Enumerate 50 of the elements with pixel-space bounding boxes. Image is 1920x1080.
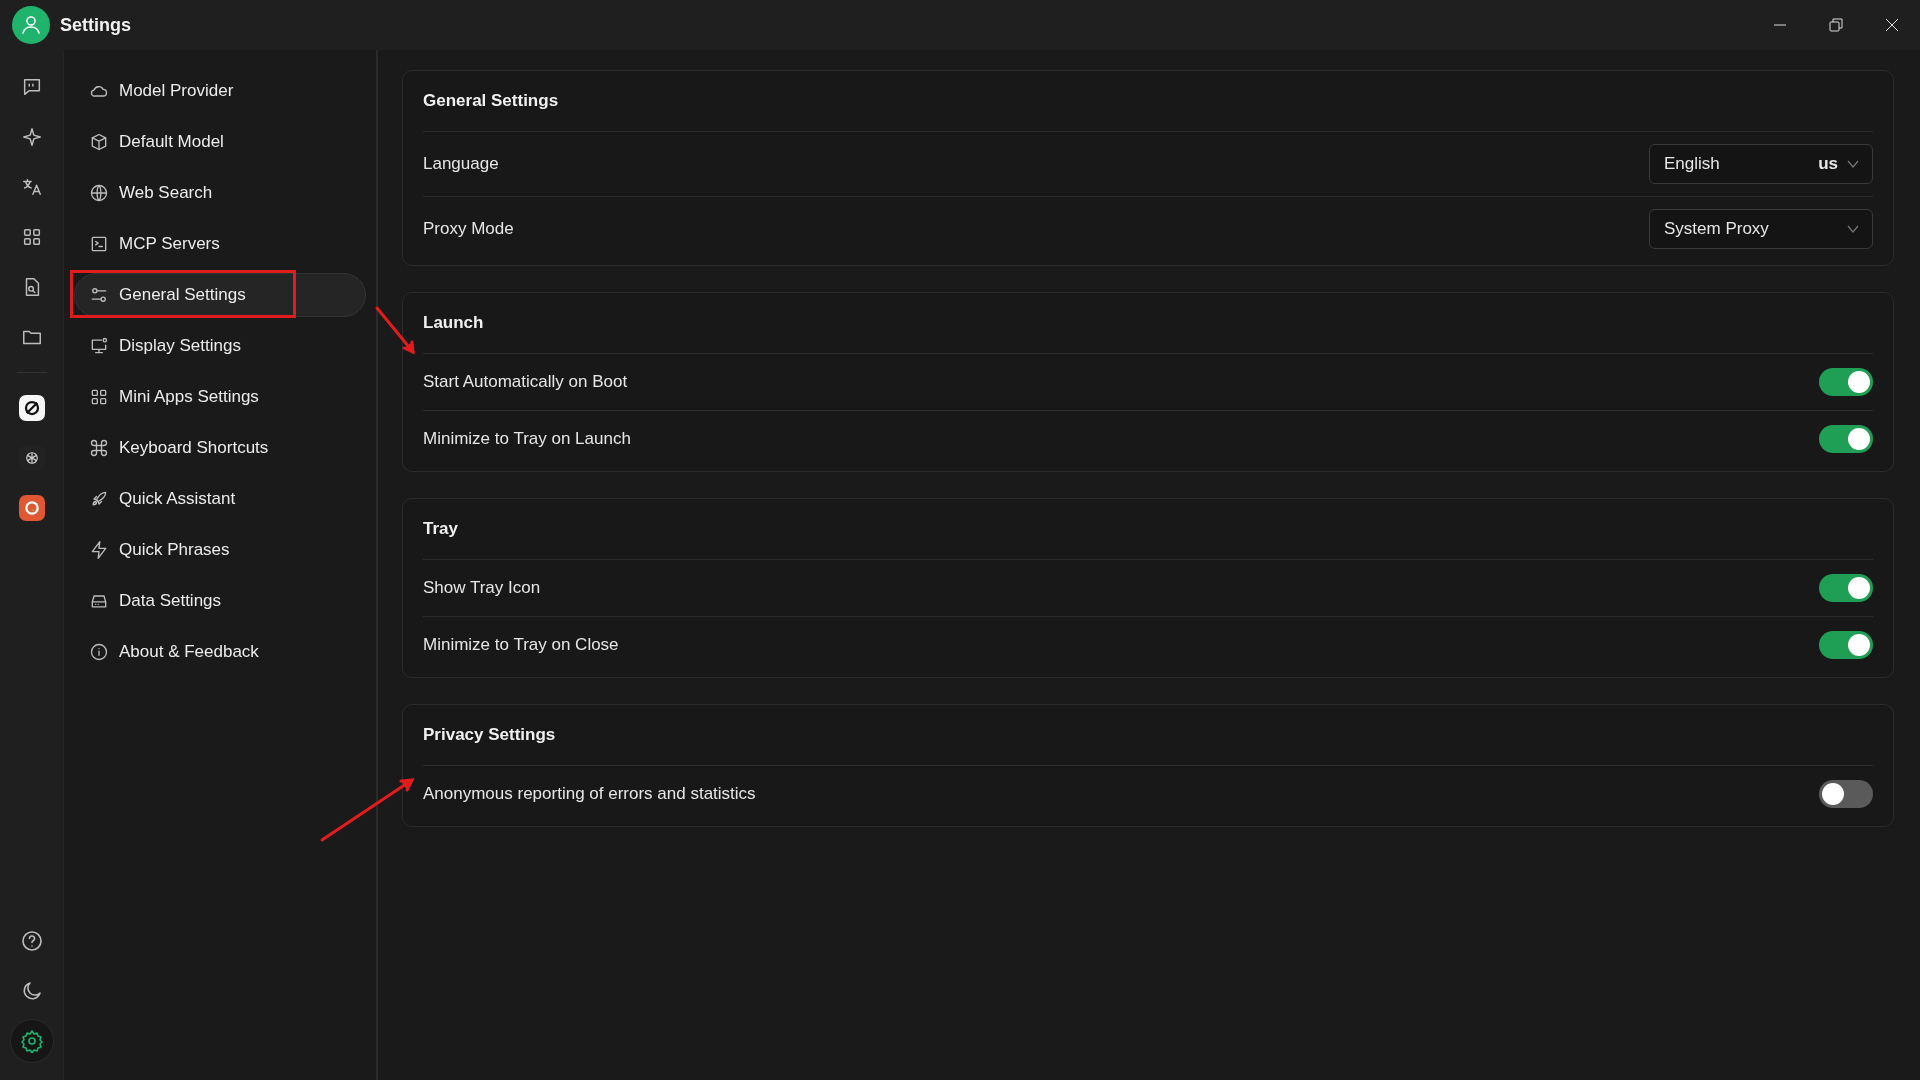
sidebar-item[interactable]: Quick Assistant bbox=[74, 477, 366, 521]
sidebar-item[interactable]: About & Feedback bbox=[74, 630, 366, 674]
toggle-switch[interactable] bbox=[1819, 425, 1873, 453]
globe-icon bbox=[89, 183, 109, 203]
toggle-switch[interactable] bbox=[1819, 631, 1873, 659]
dropdown-select[interactable]: English us bbox=[1649, 144, 1873, 184]
settings-button[interactable] bbox=[9, 1019, 54, 1063]
section-title: General Settings bbox=[423, 71, 1873, 132]
toggle-switch[interactable] bbox=[1819, 780, 1873, 808]
restore-icon bbox=[1829, 18, 1843, 32]
setting-label: Minimize to Tray on Close bbox=[423, 635, 619, 655]
close-icon bbox=[1885, 18, 1899, 32]
toggle-switch[interactable] bbox=[1819, 368, 1873, 396]
setting-label: Language bbox=[423, 154, 499, 174]
sidebar-item[interactable]: Mini Apps Settings bbox=[74, 375, 366, 419]
monitor-icon bbox=[89, 336, 109, 356]
setting-label: Minimize to Tray on Launch bbox=[423, 429, 631, 449]
toggle-switch[interactable] bbox=[1819, 574, 1873, 602]
section-title: Launch bbox=[423, 293, 1873, 354]
lightning-icon bbox=[89, 540, 109, 560]
dropdown-select[interactable]: System Proxy bbox=[1649, 209, 1873, 249]
sidebar-item[interactable]: MCP Servers bbox=[74, 222, 366, 266]
sliders-icon bbox=[89, 285, 109, 305]
setting-label: Start Automatically on Boot bbox=[423, 372, 628, 392]
sidebar-item[interactable]: Display Settings bbox=[74, 324, 366, 368]
setting-label: Proxy Mode bbox=[423, 219, 514, 239]
user-silhouette-icon bbox=[19, 13, 43, 37]
sidebar-item[interactable]: Quick Phrases bbox=[74, 528, 366, 572]
duck-logo-icon bbox=[22, 499, 41, 517]
setting-label: Anonymous reporting of errors and statistics bbox=[423, 784, 756, 804]
help-icon bbox=[19, 929, 44, 953]
user-avatar[interactable] bbox=[12, 6, 50, 44]
section-title: Tray bbox=[423, 499, 1873, 560]
sidebar-item[interactable]: Model Provider bbox=[74, 69, 366, 113]
window-title: Settings bbox=[60, 14, 132, 36]
sidebar-item[interactable]: Keyboard Shortcuts bbox=[74, 426, 366, 470]
grid-icon bbox=[89, 387, 109, 407]
terminal-icon bbox=[89, 234, 109, 254]
sparkle-icon bbox=[20, 126, 43, 148]
sidebar-item[interactable]: Data Settings bbox=[74, 579, 366, 623]
circle-slash-logo-icon bbox=[22, 399, 41, 417]
sidebar-item[interactable]: Default Model bbox=[74, 120, 366, 164]
settings-icon bbox=[19, 1029, 44, 1053]
translate-icon bbox=[20, 176, 43, 198]
section-title: Privacy Settings bbox=[423, 705, 1873, 766]
command-key-icon bbox=[89, 438, 109, 458]
info-icon bbox=[89, 642, 109, 662]
sidebar-item[interactable]: Web Search bbox=[74, 171, 366, 215]
setting-label: Show Tray Icon bbox=[423, 578, 541, 598]
cube-icon bbox=[89, 132, 109, 152]
